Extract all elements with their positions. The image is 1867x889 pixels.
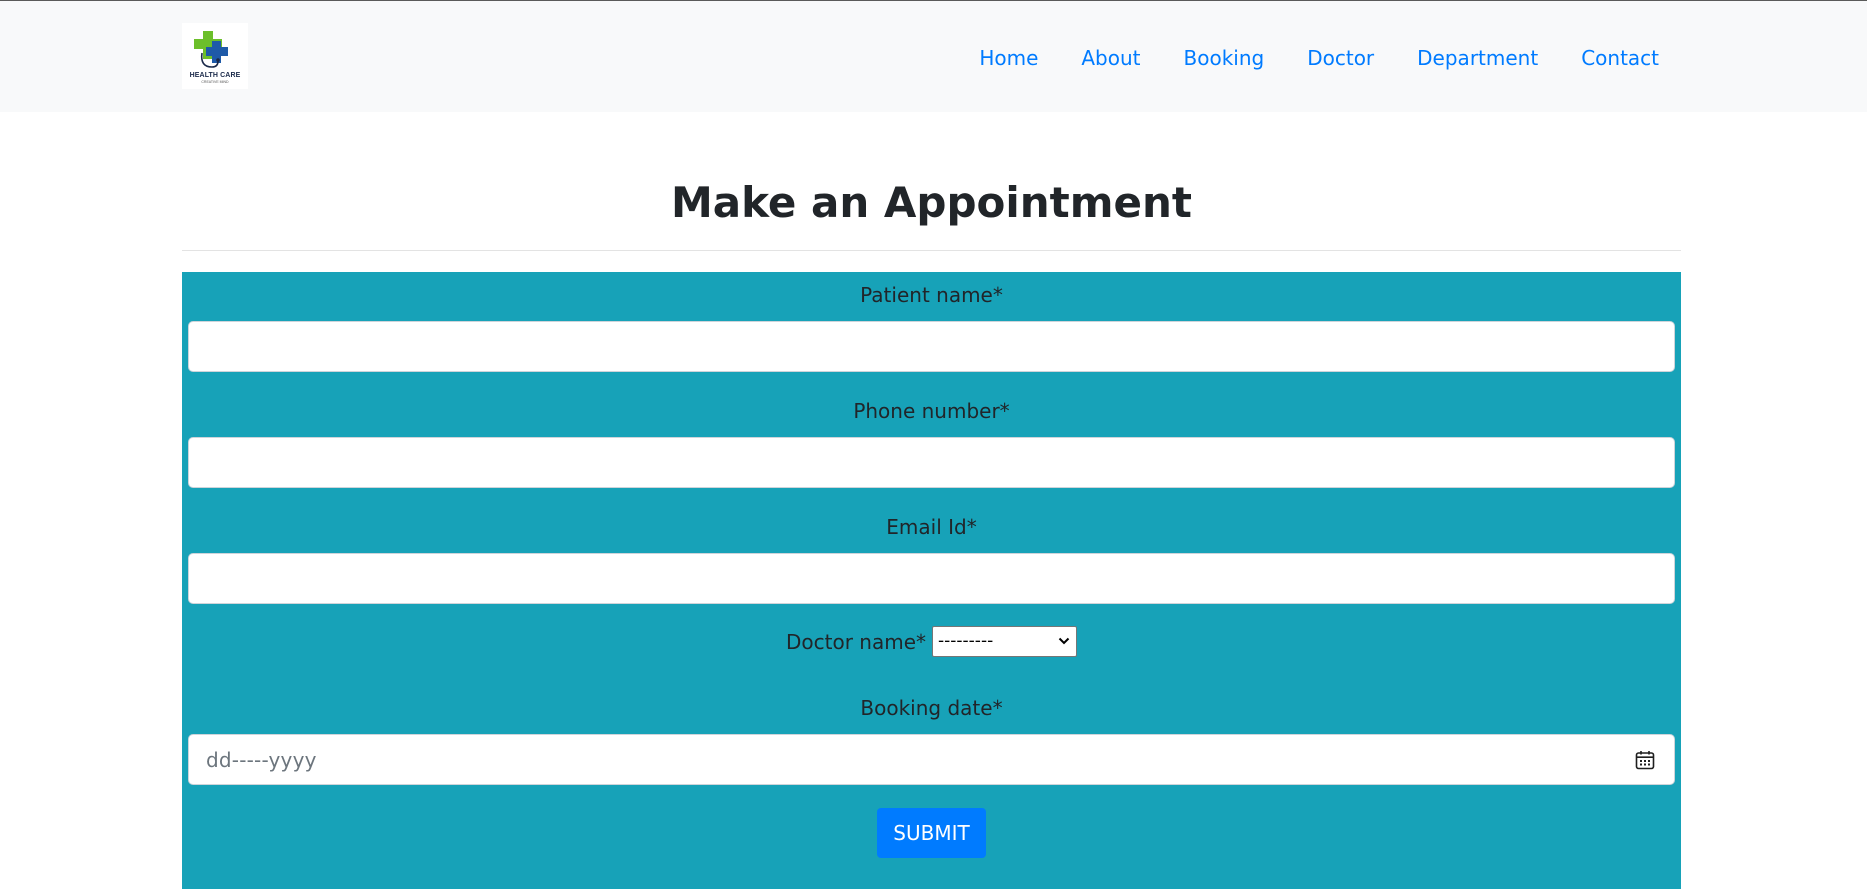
- phone-number-input[interactable]: [188, 437, 1675, 488]
- patient-name-label: Patient name*: [860, 283, 1003, 307]
- title-divider: [182, 250, 1681, 251]
- medical-cross-icon: [194, 31, 228, 68]
- doctor-select-value: ---------: [938, 631, 994, 651]
- phone-number-label: Phone number*: [853, 399, 1010, 423]
- brand-tagline: CREATIVE MIND: [201, 80, 229, 84]
- booking-date-input[interactable]: dd-----yyyy: [188, 734, 1675, 785]
- booking-date-placeholder: dd-----yyyy: [206, 748, 317, 772]
- main-nav: Home About Booking Doctor Department Con…: [958, 45, 1659, 71]
- email-input[interactable]: [188, 553, 1675, 604]
- brand-logo[interactable]: HEALTH CARE CREATIVE MIND: [182, 23, 248, 89]
- doctor-row: Doctor name* ---------: [182, 626, 1681, 657]
- nav-contact[interactable]: Contact: [1560, 45, 1659, 71]
- nav-booking[interactable]: Booking: [1162, 45, 1286, 71]
- navbar: HEALTH CARE CREATIVE MIND Home About Boo…: [0, 1, 1867, 112]
- appointment-form: Patient name* Phone number* Email Id* Do…: [182, 272, 1681, 889]
- email-label: Email Id*: [886, 515, 977, 539]
- patient-name-input[interactable]: [188, 321, 1675, 372]
- nav-home[interactable]: Home: [958, 45, 1060, 71]
- brand-name: HEALTH CARE: [189, 72, 241, 79]
- calendar-icon[interactable]: [1635, 750, 1655, 770]
- doctor-select[interactable]: ---------: [932, 626, 1077, 657]
- chevron-down-icon: [1058, 637, 1070, 645]
- nav-doctor[interactable]: Doctor: [1286, 45, 1396, 71]
- submit-button[interactable]: SUBMIT: [877, 808, 986, 858]
- doctor-name-label: Doctor name*: [785, 629, 926, 654]
- booking-date-label: Booking date*: [860, 696, 1003, 720]
- nav-department[interactable]: Department: [1396, 45, 1560, 71]
- nav-about[interactable]: About: [1060, 45, 1162, 71]
- page-title: Make an Appointment: [670, 178, 1192, 227]
